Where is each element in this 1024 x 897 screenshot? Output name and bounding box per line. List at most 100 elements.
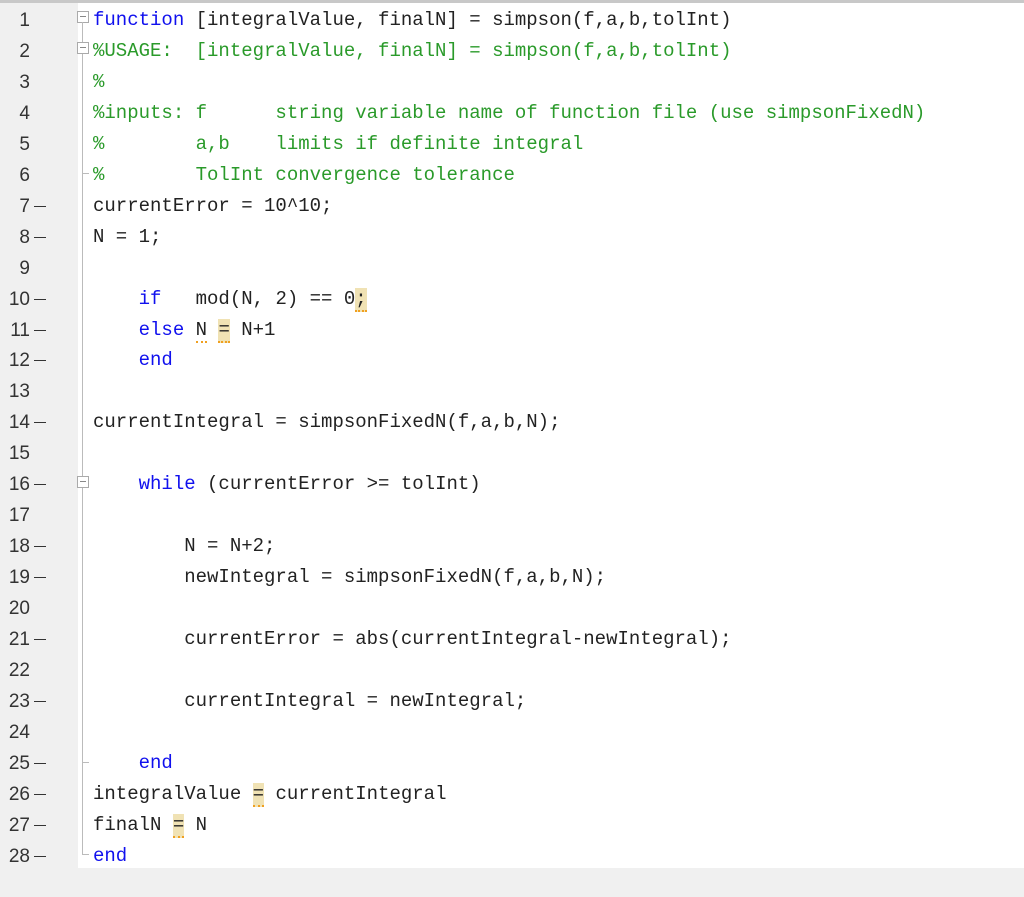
- code-text[interactable]: function [integralValue, finalN] = simps…: [93, 5, 732, 36]
- code-token: currentIntegral = newIntegral;: [93, 689, 527, 712]
- code-line[interactable]: 6 % TolInt convergence tolerance: [0, 160, 1024, 191]
- code-text[interactable]: if mod(N, 2) == 0;: [93, 284, 367, 315]
- code-line[interactable]: 16 while (currentError >= tolInt): [0, 469, 1024, 500]
- executable-line-marker[interactable]: [34, 700, 46, 702]
- code-token: newIntegral = simpsonFixedN(f,a,b,N);: [93, 566, 607, 589]
- line-number: 5: [19, 133, 30, 155]
- code-line[interactable]: 8 N = 1;: [0, 222, 1024, 253]
- fold-line-function: [82, 22, 83, 854]
- line-number: 1: [19, 10, 30, 31]
- code-line[interactable]: 23 currentIntegral = newIntegral;: [0, 686, 1024, 717]
- executable-line-marker[interactable]: [34, 298, 46, 300]
- code-line[interactable]: 1 function [integralValue, finalN] = simp…: [0, 5, 1024, 36]
- executable-line-marker[interactable]: [34, 577, 46, 579]
- code-token: N = N+2;: [93, 535, 276, 558]
- code-line[interactable]: 9: [0, 253, 1024, 284]
- code-line[interactable]: 28 end: [0, 841, 1024, 872]
- code-token: (currentError >= tolInt): [195, 473, 481, 496]
- code-line[interactable]: 13: [0, 376, 1024, 407]
- executable-line-marker[interactable]: [34, 762, 46, 764]
- comment: %USAGE: [integralValue, finalN] = simpso…: [93, 39, 732, 62]
- comment: %: [93, 70, 105, 93]
- code-line[interactable]: 12 end: [0, 345, 1024, 376]
- executable-line-marker[interactable]: [34, 824, 46, 826]
- code-line[interactable]: 24: [0, 717, 1024, 748]
- code-text[interactable]: currentIntegral = newIntegral;: [93, 686, 526, 717]
- keyword: else: [138, 318, 185, 341]
- code-line[interactable]: 7 currentError = 10^10;: [0, 191, 1024, 222]
- code-token: currentError = 10^10;: [93, 194, 333, 217]
- fold-toggle-function-icon[interactable]: [77, 11, 89, 23]
- executable-line-marker[interactable]: [34, 639, 46, 640]
- code-line[interactable]: 10 if mod(N, 2) == 0;: [0, 284, 1024, 315]
- line-number: 22: [8, 659, 30, 681]
- code-text[interactable]: % TolInt convergence tolerance: [93, 160, 515, 191]
- executable-line-marker[interactable]: [34, 484, 46, 486]
- code-line[interactable]: 18 N = N+2;: [0, 531, 1024, 562]
- line-number: 26: [8, 783, 30, 805]
- code-text[interactable]: end: [93, 748, 173, 779]
- code-text[interactable]: finalN = N: [93, 810, 207, 841]
- code-text[interactable]: currentError = abs(currentIntegral-newIn…: [93, 624, 732, 655]
- executable-line-marker[interactable]: [34, 855, 46, 857]
- code-line[interactable]: 17: [0, 500, 1024, 531]
- fold-end-comment: [82, 173, 89, 174]
- code-text[interactable]: N = 1;: [93, 222, 161, 253]
- code-text[interactable]: end: [93, 841, 127, 872]
- code-text[interactable]: end: [93, 345, 173, 376]
- code-line[interactable]: 21 currentError = abs(currentIntegral-ne…: [0, 624, 1024, 655]
- code-text[interactable]: %USAGE: [integralValue, finalN] = simpso…: [93, 36, 732, 67]
- line-number: 24: [8, 721, 30, 743]
- code-token: integralValue: [93, 782, 253, 805]
- code-text[interactable]: % a,b limits if definite integral: [93, 129, 583, 160]
- line-number: 2: [19, 40, 30, 62]
- comment: %inputs: f string variable name of funct…: [93, 101, 926, 124]
- fold-toggle-while-icon[interactable]: [77, 476, 89, 488]
- code-line[interactable]: 11 else N = N+1: [0, 315, 1024, 346]
- code-text[interactable]: currentIntegral = simpsonFixedN(f,a,b,N)…: [93, 407, 560, 438]
- executable-line-marker[interactable]: [34, 236, 46, 238]
- line-number: 19: [8, 567, 30, 589]
- code-text[interactable]: else N = N+1: [93, 315, 275, 346]
- fold-end-while: [82, 762, 89, 763]
- code-text[interactable]: newIntegral = simpsonFixedN(f,a,b,N);: [93, 562, 606, 593]
- executable-line-marker[interactable]: [34, 793, 46, 795]
- code-editor[interactable]: 1 function [integralValue, finalN] = simp…: [0, 3, 1024, 868]
- code-line[interactable]: 25 end: [0, 748, 1024, 779]
- code-token: mod(N, 2) == 0: [161, 287, 356, 310]
- executable-line-marker[interactable]: [34, 422, 46, 424]
- executable-line-marker[interactable]: [34, 205, 46, 207]
- executable-line-marker[interactable]: [34, 360, 46, 362]
- code-line[interactable]: 2 %USAGE: [integralValue, finalN] = simps…: [0, 36, 1024, 67]
- line-number: 11: [10, 319, 30, 341]
- code-analyzer-warning: =: [172, 813, 185, 838]
- code-token: N: [184, 813, 208, 836]
- code-line[interactable]: 3%: [0, 67, 1024, 98]
- code-line[interactable]: 26 integralValue = currentIntegral: [0, 779, 1024, 810]
- code-line[interactable]: 20: [0, 593, 1024, 624]
- line-number: 25: [8, 752, 30, 774]
- code-line[interactable]: 15: [0, 438, 1024, 469]
- code-token: N+1: [229, 318, 276, 341]
- code-line[interactable]: 27 finalN = N: [0, 810, 1024, 841]
- code-token: currentError = abs(currentIntegral-newIn…: [93, 628, 732, 650]
- code-line[interactable]: 19 newIntegral = simpsonFixedN(f,a,b,N);: [0, 562, 1024, 593]
- fold-toggle-comment-icon[interactable]: [77, 42, 89, 54]
- code-line[interactable]: 5 % a,b limits if definite integral: [0, 129, 1024, 160]
- executable-line-marker[interactable]: [34, 546, 46, 548]
- code-line[interactable]: 4 %inputs: f string variable name of func…: [0, 98, 1024, 129]
- code-text[interactable]: currentError = 10^10;: [93, 191, 332, 222]
- code-text[interactable]: %inputs: f string variable name of funct…: [93, 98, 925, 129]
- code-line[interactable]: 22: [0, 655, 1024, 686]
- code-line[interactable]: 14 currentIntegral = simpsonFixedN(f,a,b,…: [0, 407, 1024, 438]
- code-text[interactable]: N = N+2;: [93, 531, 275, 562]
- executable-line-marker[interactable]: [34, 329, 46, 331]
- code-text[interactable]: %: [93, 67, 104, 98]
- code-text[interactable]: while (currentError >= tolInt): [93, 469, 481, 500]
- code-token: finalN: [93, 813, 173, 836]
- code-text[interactable]: integralValue = currentIntegral: [93, 779, 446, 810]
